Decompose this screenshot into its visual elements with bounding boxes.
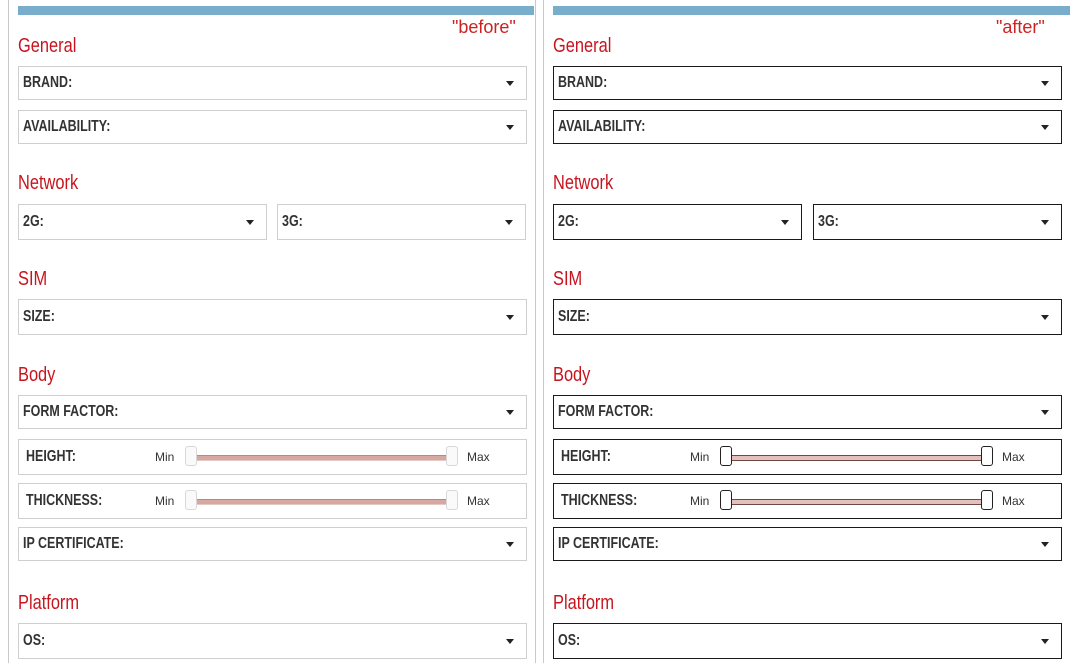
3g-label: 3G: — [818, 213, 839, 230]
chevron-down-icon — [1041, 220, 1049, 225]
panel-border-left — [8, 0, 9, 663]
section-title-body: Body — [553, 364, 591, 386]
chevron-down-icon — [781, 220, 789, 225]
ip-certificate-select[interactable]: IP CERTIFICATE: — [18, 527, 527, 561]
chevron-down-icon — [505, 220, 513, 225]
height-min-handle[interactable] — [720, 446, 732, 466]
form-factor-select[interactable]: FORM FACTOR: — [18, 395, 527, 429]
height-max-handle[interactable] — [981, 446, 993, 466]
section-title-general: General — [18, 35, 77, 57]
thickness-slider-track[interactable] — [189, 499, 453, 505]
height-min-label: Min — [155, 450, 175, 464]
height-max-label: Max — [1002, 450, 1025, 464]
section-title-network: Network — [18, 172, 79, 194]
2g-select[interactable]: 2G: — [553, 204, 802, 240]
brand-select[interactable]: BRAND: — [18, 66, 527, 100]
height-slider-row: HEIGHT: Min Max — [553, 439, 1062, 475]
height-max-label: Max — [467, 450, 490, 464]
os-label: OS: — [558, 632, 581, 649]
form-factor-label: FORM FACTOR: — [558, 403, 654, 420]
thickness-max-label: Max — [1002, 494, 1025, 508]
form-factor-select[interactable]: FORM FACTOR: — [553, 395, 1062, 429]
chevron-down-icon — [1041, 125, 1049, 130]
panel-caption: "before" — [452, 17, 516, 37]
os-select[interactable]: OS: — [553, 623, 1062, 659]
chevron-down-icon — [506, 639, 514, 644]
3g-select[interactable]: 3G: — [813, 204, 1062, 240]
section-title-body: Body — [18, 364, 56, 386]
size-label: SIZE: — [23, 308, 55, 325]
before-panel: "before" General BRAND: AVAILABILITY: Ne… — [0, 0, 536, 663]
availability-label: AVAILABILITY: — [23, 118, 111, 135]
ip-certificate-select[interactable]: IP CERTIFICATE: — [553, 527, 1062, 561]
height-min-label: Min — [690, 450, 710, 464]
section-title-general: General — [553, 35, 612, 57]
chevron-down-icon — [506, 410, 514, 415]
thickness-min-label: Min — [155, 494, 175, 508]
height-slider-track[interactable] — [726, 455, 988, 461]
panel-caption: "after" — [996, 17, 1045, 37]
thickness-min-label: Min — [690, 494, 710, 508]
size-select[interactable]: SIZE: — [18, 299, 527, 335]
panel-border-left — [543, 0, 544, 663]
thickness-max-handle[interactable] — [446, 490, 458, 510]
3g-select[interactable]: 3G: — [277, 204, 526, 240]
height-label: HEIGHT: — [26, 448, 76, 465]
chevron-down-icon — [246, 220, 254, 225]
chevron-down-icon — [1041, 410, 1049, 415]
2g-select[interactable]: 2G: — [18, 204, 267, 240]
thickness-min-handle[interactable] — [185, 490, 197, 510]
thickness-max-label: Max — [467, 494, 490, 508]
thickness-label: THICKNESS: — [561, 492, 638, 509]
thickness-slider-row: THICKNESS: Min Max — [18, 483, 527, 519]
panel-header-bar — [553, 6, 1070, 15]
section-title-sim: SIM — [553, 268, 583, 290]
section-title-sim: SIM — [18, 268, 48, 290]
ip-certificate-label: IP CERTIFICATE: — [23, 535, 124, 552]
height-label: HEIGHT: — [561, 448, 611, 465]
form-factor-label: FORM FACTOR: — [23, 403, 119, 420]
thickness-label: THICKNESS: — [26, 492, 103, 509]
section-title-network: Network — [553, 172, 614, 194]
brand-select[interactable]: BRAND: — [553, 66, 1062, 100]
chevron-down-icon — [1041, 639, 1049, 644]
section-title-platform: Platform — [553, 592, 615, 614]
chevron-down-icon — [1041, 315, 1049, 320]
panel-header-bar — [18, 6, 534, 15]
chevron-down-icon — [506, 542, 514, 547]
thickness-min-handle[interactable] — [720, 490, 732, 510]
height-min-handle[interactable] — [185, 446, 197, 466]
chevron-down-icon — [506, 315, 514, 320]
height-max-handle[interactable] — [446, 446, 458, 466]
availability-select[interactable]: AVAILABILITY: — [18, 110, 527, 144]
after-panel: "after" General BRAND: AVAILABILITY: Net… — [536, 0, 1070, 663]
3g-label: 3G: — [282, 213, 303, 230]
height-slider-row: HEIGHT: Min Max — [18, 439, 527, 475]
section-title-platform: Platform — [18, 592, 80, 614]
ip-certificate-label: IP CERTIFICATE: — [558, 535, 659, 552]
chevron-down-icon — [506, 81, 514, 86]
2g-label: 2G: — [23, 213, 44, 230]
chevron-down-icon — [1041, 542, 1049, 547]
2g-label: 2G: — [558, 213, 579, 230]
height-slider-track[interactable] — [189, 455, 453, 461]
os-label: OS: — [23, 632, 46, 649]
size-label: SIZE: — [558, 308, 590, 325]
chevron-down-icon — [506, 125, 514, 130]
os-select[interactable]: OS: — [18, 623, 527, 659]
size-select[interactable]: SIZE: — [553, 299, 1062, 335]
thickness-max-handle[interactable] — [981, 490, 993, 510]
chevron-down-icon — [1041, 81, 1049, 86]
availability-label: AVAILABILITY: — [558, 118, 646, 135]
thickness-slider-row: THICKNESS: Min Max — [553, 483, 1062, 519]
brand-label: BRAND: — [558, 74, 608, 91]
availability-select[interactable]: AVAILABILITY: — [553, 110, 1062, 144]
brand-label: BRAND: — [23, 74, 73, 91]
thickness-slider-track[interactable] — [726, 499, 988, 505]
